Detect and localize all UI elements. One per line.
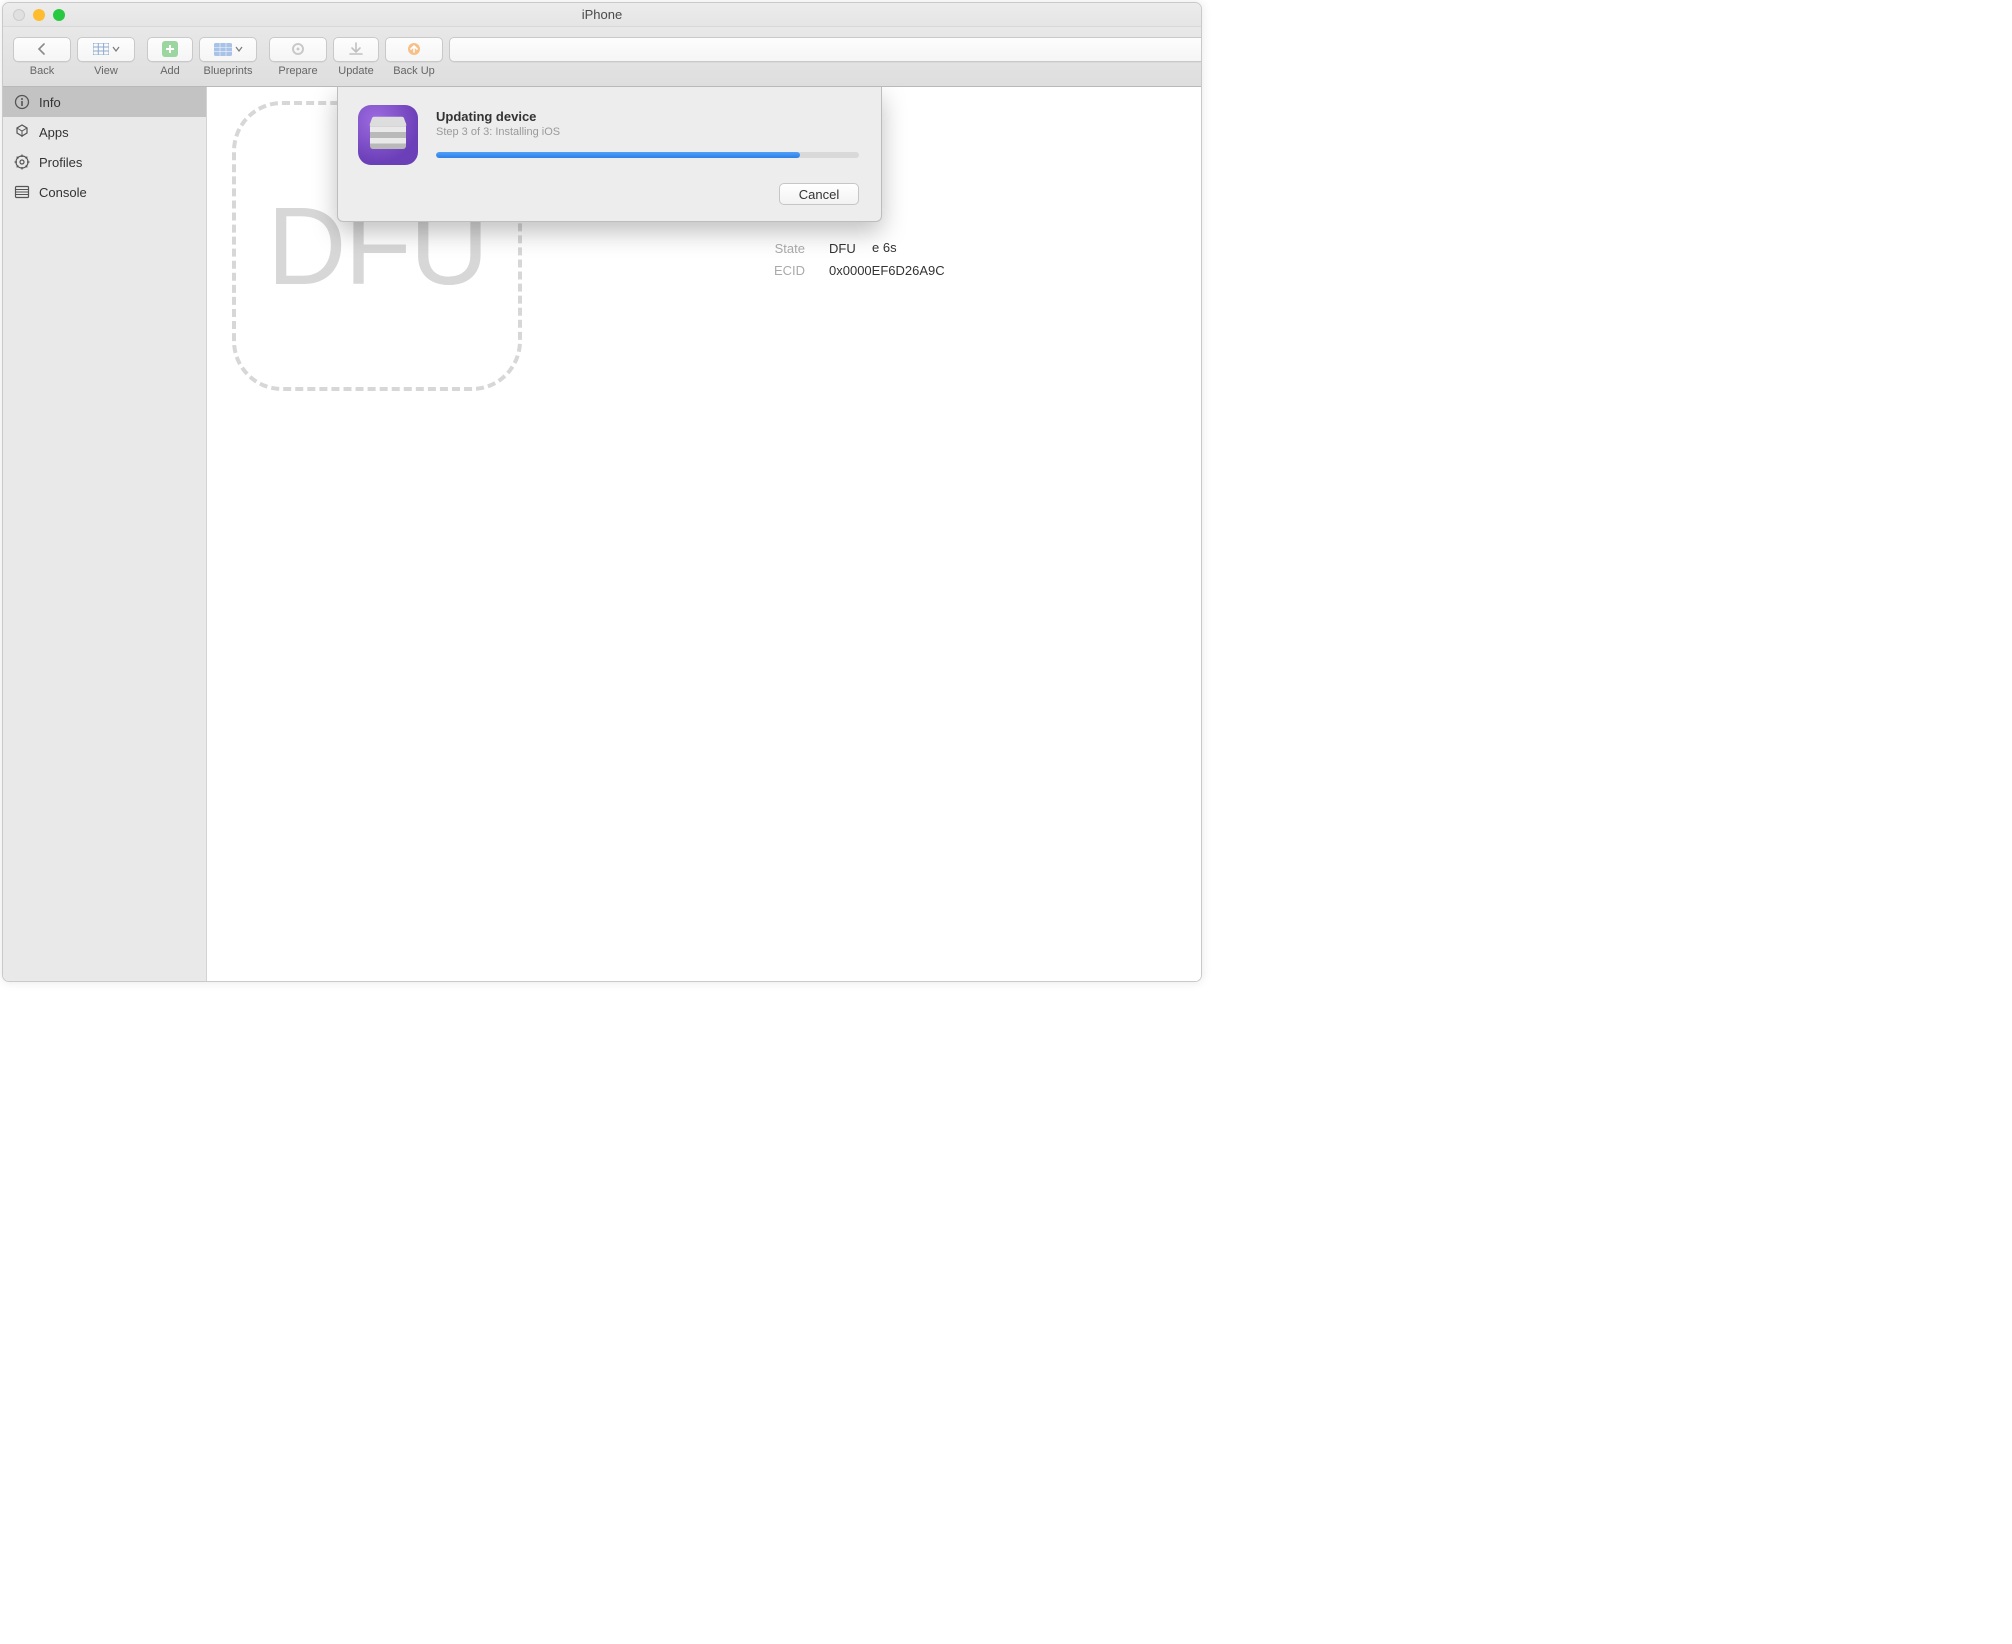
- sidebar-item-apps[interactable]: Apps: [3, 117, 206, 147]
- profiles-icon: [13, 153, 31, 171]
- sidebar-item-profiles[interactable]: Profiles: [3, 147, 206, 177]
- minimize-window-button[interactable]: [33, 9, 45, 21]
- sidebar-item-console[interactable]: Console: [3, 177, 206, 207]
- configurator-app-icon: [358, 105, 418, 165]
- back-label: Back: [30, 65, 54, 77]
- tag-button[interactable]: [449, 37, 1202, 62]
- toolbar: Back View Add: [3, 27, 1201, 87]
- detail-value: DFU: [817, 241, 856, 256]
- content-area: DFU e 6s State DFU ECID 0x0000EF6D26A9C: [207, 87, 1201, 981]
- detail-key: State: [767, 241, 817, 256]
- progress-track: [436, 152, 859, 158]
- update-button[interactable]: [333, 37, 379, 62]
- dialog-subtitle: Step 3 of 3: Installing iOS: [436, 126, 859, 138]
- progress-bar-fill: [436, 152, 800, 158]
- detail-value: 0x0000EF6D26A9C: [817, 263, 945, 278]
- close-window-button[interactable]: [13, 9, 25, 21]
- dialog-title: Updating device: [436, 109, 859, 124]
- download-icon: [349, 42, 363, 56]
- grid-icon: [93, 43, 120, 55]
- progress-dialog: Updating device Step 3 of 3: Installing …: [337, 87, 882, 222]
- app-window: iPhone Back View: [2, 2, 1202, 982]
- add-label: Add: [160, 65, 180, 77]
- sidebar-item-info[interactable]: Info: [3, 87, 206, 117]
- view-button[interactable]: [77, 37, 135, 62]
- sidebar-item-label: Console: [39, 185, 87, 200]
- chevron-left-icon: [36, 43, 48, 55]
- backup-button[interactable]: [385, 37, 443, 62]
- detail-key: ECID: [767, 263, 817, 278]
- update-label: Update: [338, 65, 373, 77]
- blueprints-button[interactable]: [199, 37, 257, 62]
- window-title: iPhone: [3, 7, 1201, 22]
- sidebar: Info Apps Profiles Console: [3, 87, 207, 981]
- backup-label: Back Up: [393, 65, 435, 77]
- back-button[interactable]: [13, 37, 71, 62]
- prepare-label: Prepare: [278, 65, 317, 77]
- gear-icon: [290, 41, 306, 57]
- tag-icon: [450, 43, 1202, 56]
- detail-row: ECID 0x0000EF6D26A9C: [767, 259, 945, 281]
- detail-row: State DFU: [767, 237, 945, 259]
- traffic-lights: [3, 9, 65, 21]
- view-label: View: [94, 65, 118, 77]
- zoom-window-button[interactable]: [53, 9, 65, 21]
- blueprint-icon: [214, 43, 243, 56]
- sidebar-item-label: Profiles: [39, 155, 82, 170]
- body: Info Apps Profiles Console: [3, 87, 1201, 981]
- prepare-button[interactable]: [269, 37, 327, 62]
- plus-icon: [162, 41, 178, 57]
- sidebar-item-label: Info: [39, 95, 61, 110]
- info-icon: [13, 93, 31, 111]
- blueprints-label: Blueprints: [204, 65, 253, 77]
- device-details: State DFU ECID 0x0000EF6D26A9C: [767, 237, 945, 281]
- upload-icon: [407, 42, 421, 56]
- cancel-button[interactable]: Cancel: [779, 183, 859, 205]
- sidebar-item-label: Apps: [39, 125, 69, 140]
- add-button[interactable]: [147, 37, 193, 62]
- console-icon: [13, 183, 31, 201]
- titlebar: iPhone: [3, 3, 1201, 27]
- apps-icon: [13, 123, 31, 141]
